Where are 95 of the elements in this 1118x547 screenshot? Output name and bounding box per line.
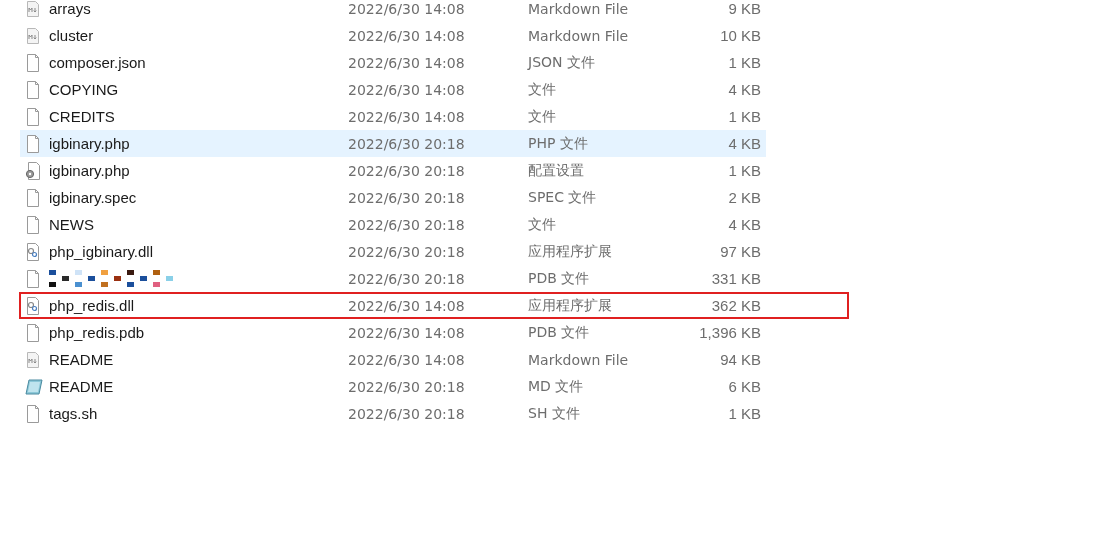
gear-file-icon: [25, 161, 42, 180]
file-row[interactable]: arrays 2022/6/30 14:08 Markdown File 9 KB: [20, 0, 766, 22]
file-type: MD 文件: [528, 377, 585, 396]
file-name: cluster: [49, 27, 95, 44]
file-type: SPEC 文件: [528, 188, 598, 207]
modified-date: 2022/6/30 14:08: [348, 27, 466, 44]
gears-file-icon: [25, 296, 41, 315]
file-size: 1 KB: [727, 162, 761, 179]
file-name: php_igbinary.dll: [49, 243, 154, 260]
modified-date: 2022/6/30 20:18: [348, 243, 466, 260]
file-type: 应用程序扩展: [528, 242, 613, 261]
modified-date: 2022/6/30 14:08: [348, 324, 466, 341]
file-row[interactable]: NEWS 2022/6/30 20:18 文件 4 KB: [20, 211, 766, 238]
file-row[interactable]: igbinary.spec 2022/6/30 20:18 SPEC 文件 2 KB: [20, 184, 766, 211]
file-row[interactable]: cluster 2022/6/30 14:08 Markdown File 10 KB: [20, 22, 766, 49]
file-row[interactable]: php_igbinary.dll 2022/6/30 20:18 应用程序扩展 97 KB: [20, 238, 766, 265]
file-icon: [25, 107, 41, 126]
file-type: PDB 文件: [528, 323, 591, 342]
file-size: 1 KB: [727, 405, 761, 422]
file-size: 4 KB: [727, 81, 761, 98]
file-size: 4 KB: [727, 135, 761, 152]
file-row[interactable]: php_redis.dll 2022/6/30 14:08 应用程序扩展 362 KB: [20, 292, 766, 319]
modified-date: 2022/6/30 20:18: [348, 189, 466, 206]
file-size: 1 KB: [727, 108, 761, 125]
notebook-icon: [25, 378, 43, 395]
file-name: README: [49, 351, 115, 368]
file-icon: [25, 188, 41, 207]
file-type: 文件: [528, 215, 557, 234]
modified-date: 2022/6/30 20:18: [348, 162, 466, 179]
markdown-file-icon: [25, 351, 41, 368]
file-name: igbinary.php: [49, 162, 131, 179]
file-name: NEWS: [49, 216, 95, 233]
file-name: COPYING: [49, 81, 120, 98]
file-name: php_redis.pdb: [49, 324, 146, 341]
file-size: 6 KB: [727, 378, 761, 395]
file-size: 97 KB: [719, 243, 761, 260]
file-name: arrays: [49, 0, 92, 17]
file-size: 331 KB: [710, 270, 761, 287]
file-type: Markdown File: [528, 351, 630, 368]
modified-date: 2022/6/30 14:08: [348, 108, 466, 125]
modified-date: 2022/6/30 14:08: [348, 54, 466, 71]
file-type: PHP 文件: [528, 134, 589, 153]
file-name: igbinary.spec: [49, 189, 138, 206]
markdown-file-icon: [25, 0, 41, 17]
file-row[interactable]: README 2022/6/30 20:18 MD 文件 6 KB: [20, 373, 766, 400]
modified-date: 2022/6/30 20:18: [348, 270, 466, 287]
modified-date: 2022/6/30 14:08: [348, 297, 466, 314]
file-row[interactable]: igbinary.php 2022/6/30 20:18 配置设置 1 KB: [20, 157, 766, 184]
file-size: 10 KB: [719, 27, 761, 44]
modified-date: 2022/6/30 20:18: [348, 216, 466, 233]
file-type: PDB 文件: [528, 269, 591, 288]
file-type: Markdown File: [528, 27, 630, 44]
file-name: CREDITS: [49, 108, 116, 125]
file-icon: [25, 269, 41, 288]
file-name: igbinary.php: [49, 135, 131, 152]
file-row[interactable]: igbinary.php 2022/6/30 20:18 PHP 文件 4 KB: [20, 130, 766, 157]
modified-date: 2022/6/30 20:18: [348, 378, 466, 395]
file-name: tags.sh: [49, 405, 99, 422]
modified-date: 2022/6/30 20:18: [348, 135, 466, 152]
file-name: php_redis.dll: [49, 297, 136, 314]
file-icon: [25, 215, 41, 234]
file-type: 文件: [528, 107, 557, 126]
file-type: 文件: [528, 80, 557, 99]
markdown-file-icon: [25, 27, 41, 44]
file-row[interactable]: composer.json 2022/6/30 14:08 JSON 文件 1 KB: [20, 49, 766, 76]
file-type: Markdown File: [528, 0, 630, 17]
file-size: 2 KB: [727, 189, 761, 206]
file-icon: [25, 323, 41, 342]
file-type: SH 文件: [528, 404, 581, 423]
file-size: 1,396 KB: [698, 324, 761, 341]
file-name: README: [49, 378, 115, 395]
file-icon: [25, 134, 41, 153]
file-row[interactable]: php_redis.pdb 2022/6/30 14:08 PDB 文件 1,396 KB: [20, 319, 766, 346]
file-type: 配置设置: [528, 161, 585, 180]
file-icon: [25, 404, 41, 423]
file-size: 9 KB: [727, 0, 761, 17]
file-type: JSON 文件: [528, 53, 596, 72]
file-name: composer.json: [49, 54, 147, 71]
file-size: 4 KB: [727, 216, 761, 233]
modified-date: 2022/6/30 14:08: [348, 351, 466, 368]
file-size: 1 KB: [727, 54, 761, 71]
file-size: 362 KB: [710, 297, 761, 314]
file-icon: [25, 80, 41, 99]
file-row[interactable]: CREDITS 2022/6/30 14:08 文件 1 KB: [20, 103, 766, 130]
file-row[interactable]: 2022/6/30 20:18 PDB 文件 331 KB: [20, 265, 766, 292]
file-icon: [25, 53, 41, 72]
file-row[interactable]: tags.sh 2022/6/30 20:18 SH 文件 1 KB: [20, 400, 766, 427]
file-type: 应用程序扩展: [528, 296, 613, 315]
file-row[interactable]: COPYING 2022/6/30 14:08 文件 4 KB: [20, 76, 766, 103]
modified-date: 2022/6/30 14:08: [348, 0, 466, 17]
file-row[interactable]: README 2022/6/30 14:08 Markdown File 94 KB: [20, 346, 766, 373]
gears-file-icon: [25, 242, 41, 261]
modified-date: 2022/6/30 20:18: [348, 405, 466, 422]
modified-date: 2022/6/30 14:08: [348, 81, 466, 98]
file-size: 94 KB: [719, 351, 761, 368]
